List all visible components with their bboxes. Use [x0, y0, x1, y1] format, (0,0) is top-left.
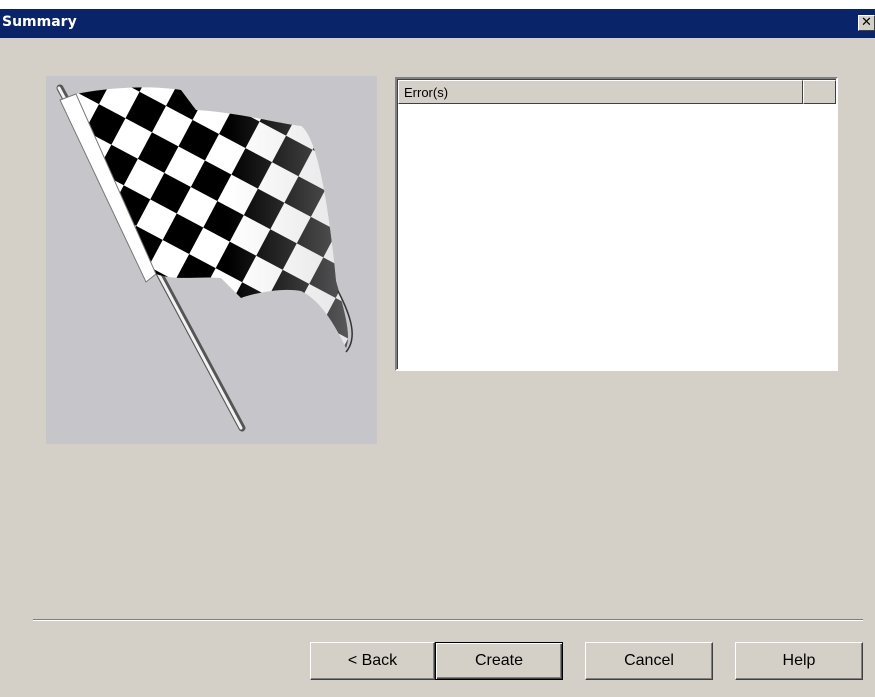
- checkered-flag-icon: [56, 84, 353, 432]
- wizard-image-panel: [46, 76, 377, 444]
- help-button[interactable]: Help: [735, 642, 863, 680]
- close-icon: ✕: [861, 15, 872, 30]
- column-header-errors[interactable]: Error(s): [398, 80, 803, 104]
- errors-list-body[interactable]: [398, 104, 836, 369]
- back-button[interactable]: < Back: [310, 642, 435, 680]
- window-title: Summary: [2, 14, 77, 30]
- divider: [33, 619, 863, 621]
- close-button[interactable]: ✕: [858, 15, 875, 31]
- errors-list-header: Error(s): [398, 80, 836, 104]
- column-header-filler[interactable]: [803, 80, 836, 104]
- errors-list[interactable]: Error(s): [395, 77, 838, 371]
- cancel-button[interactable]: Cancel: [585, 642, 713, 680]
- create-button[interactable]: Create: [435, 642, 563, 680]
- top-strip: [0, 0, 875, 9]
- title-bar[interactable]: Summary ✕: [0, 9, 875, 38]
